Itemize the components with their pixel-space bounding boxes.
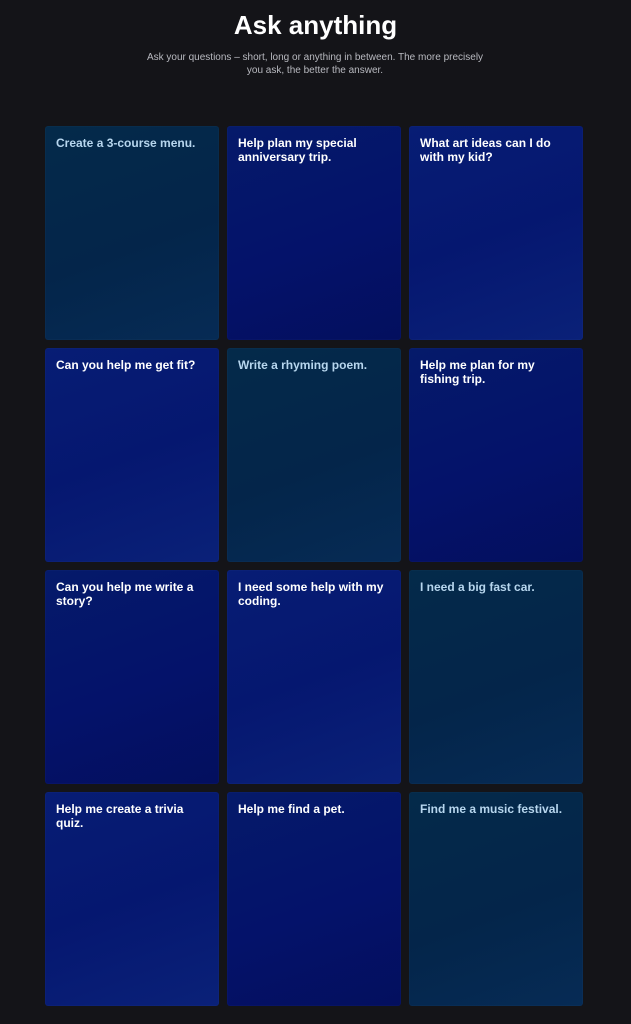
prompt-card[interactable]: What art ideas can I do with my kid? (409, 126, 583, 340)
prompt-card-label: Write a rhyming poem. (238, 358, 368, 372)
prompt-card[interactable]: Help me find a pet. (227, 792, 401, 1006)
page: Ask anything Ask your questions – short,… (0, 0, 631, 1024)
prompt-card-label: Help me create a trivia quiz. (56, 802, 184, 830)
prompt-card[interactable]: Create a 3-course menu. (45, 126, 219, 340)
prompt-card-label: I need some help with my coding. (238, 580, 384, 608)
prompt-card[interactable]: I need some help with my coding. (227, 570, 401, 784)
page-title: Ask anything (233, 10, 398, 40)
prompt-card-label: I need a big fast car. (420, 580, 535, 594)
page-subtitle: Ask your questions – short, long or anyt… (146, 52, 484, 76)
prompt-card-label: Help plan my special anniversary trip. (238, 136, 357, 164)
prompt-card[interactable]: Write a rhyming poem. (227, 348, 401, 562)
prompt-card[interactable]: Find me a music festival. (409, 792, 583, 1006)
prompt-card[interactable]: Can you help me get fit? (45, 348, 219, 562)
prompt-card-label: What art ideas can I do with my kid? (420, 136, 551, 164)
prompt-grid: Create a 3-course menu. Help plan my spe… (45, 126, 583, 1006)
prompt-card[interactable]: I need a big fast car. (409, 570, 583, 784)
prompt-card-label: Find me a music festival. (420, 802, 563, 816)
prompt-card[interactable]: Help me plan for my fishing trip. (409, 348, 583, 562)
prompt-card-label: Help me find a pet. (238, 802, 345, 816)
prompt-card-label: Help me plan for my fishing trip. (420, 358, 535, 386)
prompt-card-label: Create a 3-course menu. (56, 136, 196, 150)
prompt-card[interactable]: Help me create a trivia quiz. (45, 792, 219, 1006)
prompt-card[interactable]: Can you help me write a story? (45, 570, 219, 784)
prompt-card-label: Can you help me write a story? (56, 580, 194, 608)
prompt-card[interactable]: Help plan my special anniversary trip. (227, 126, 401, 340)
prompt-card-label: Can you help me get fit? (56, 358, 196, 372)
